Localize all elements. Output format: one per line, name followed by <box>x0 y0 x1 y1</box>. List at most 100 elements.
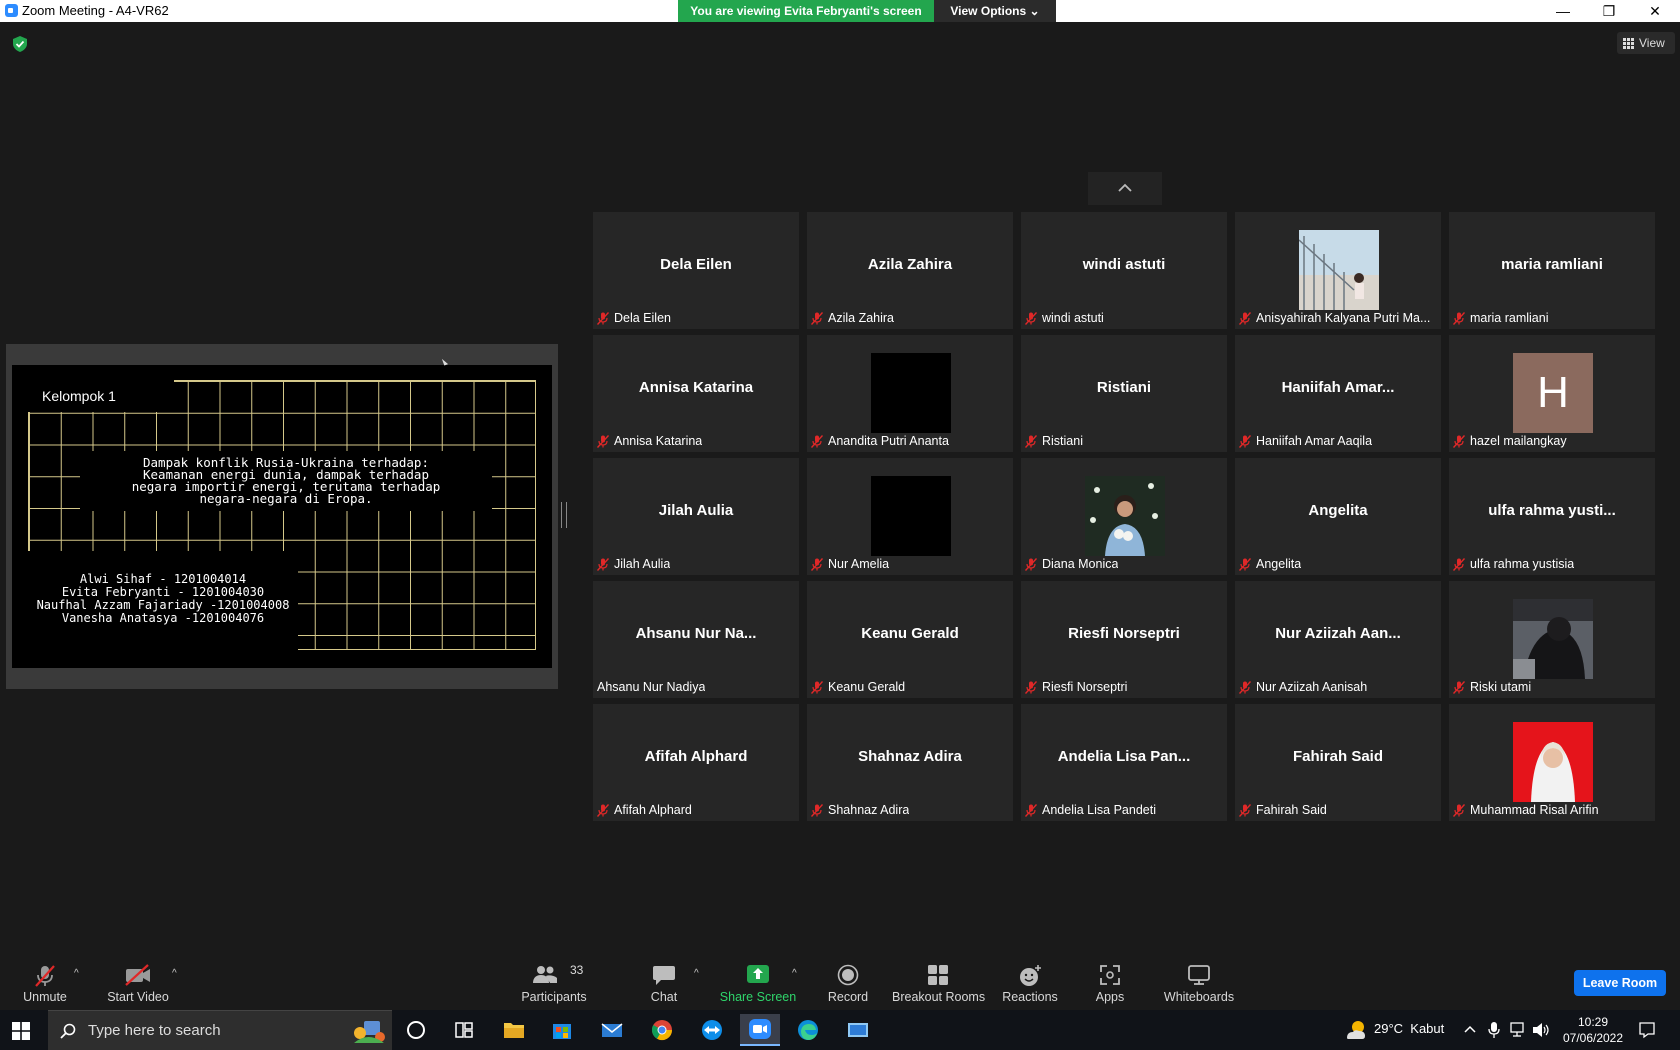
taskbar-search[interactable]: Type here to search <box>48 1010 392 1050</box>
participant-display-name: Azila Zahira <box>867 256 953 273</box>
share-screen-button[interactable]: Share Screen <box>718 950 798 1010</box>
chevron-up-icon <box>1118 183 1132 192</box>
chat-options-caret[interactable]: ^ <box>694 968 699 979</box>
audio-options-caret[interactable]: ^ <box>74 968 79 979</box>
participant-tile[interactable]: Angelita Angelita <box>1235 458 1441 575</box>
participant-tile[interactable]: maria ramliani maria ramliani <box>1449 212 1655 329</box>
unmute-button[interactable]: Unmute <box>10 950 80 1010</box>
participant-name-label: Diana Monica <box>1025 557 1118 571</box>
meeting-toolbar: Unmute ^ Start Video ^ 33 Participants C… <box>0 950 1680 1010</box>
notifications-icon[interactable] <box>1638 1021 1656 1039</box>
participant-tile[interactable]: Shahnaz Adira Shahnaz Adira <box>807 704 1013 821</box>
whiteboards-button[interactable]: Whiteboards <box>1160 950 1238 1010</box>
unmute-label: Unmute <box>23 990 67 1004</box>
participant-tile[interactable]: Riski utami <box>1449 581 1655 698</box>
close-button[interactable]: ✕ <box>1632 0 1678 22</box>
reactions-label: Reactions <box>1002 990 1058 1004</box>
participant-tile[interactable]: Anandita Putri Ananta <box>807 335 1013 452</box>
participant-tile[interactable]: windi astuti windi astuti <box>1021 212 1227 329</box>
apps-button[interactable]: Apps <box>1086 950 1134 1010</box>
mic-off-icon <box>811 803 823 817</box>
microphone-icon[interactable] <box>1488 1021 1500 1039</box>
participant-name-label: Nur Aziizah Aanisah <box>1239 680 1367 694</box>
participant-tile[interactable]: Anisyahirah Kalyana Putri Ma... <box>1235 212 1441 329</box>
video-black-frame <box>871 476 951 556</box>
participant-tile[interactable]: Keanu Gerald Keanu Gerald <box>807 581 1013 698</box>
view-layout-button[interactable]: View <box>1617 32 1675 54</box>
participant-tile[interactable]: Andelia Lisa Pan... Andelia Lisa Pandeti <box>1021 704 1227 821</box>
apps-label: Apps <box>1095 990 1125 1004</box>
zoom-taskbar-button[interactable] <box>740 1014 780 1046</box>
record-button[interactable]: Record <box>820 950 876 1010</box>
collapse-gallery-button[interactable] <box>1088 172 1162 205</box>
participant-tile[interactable]: Jilah Aulia Jilah Aulia <box>593 458 799 575</box>
weather-widget[interactable]: 29°C Kabut <box>1344 1010 1464 1050</box>
slide-members: Alwi Sihaf - 1201004014 Evita Febryanti … <box>28 551 298 650</box>
participant-tile[interactable]: Azila Zahira Azila Zahira <box>807 212 1013 329</box>
participant-tile[interactable]: Muhammad Risal Arifin <box>1449 704 1655 821</box>
reactions-button[interactable]: Reactions <box>998 950 1062 1010</box>
edge-icon[interactable] <box>788 1014 828 1046</box>
participants-button[interactable]: 33 Participants <box>516 950 592 1010</box>
participant-tile[interactable]: Diana Monica <box>1021 458 1227 575</box>
microsoft-store-icon[interactable] <box>542 1014 582 1046</box>
panel-splitter-handle[interactable] <box>561 502 567 528</box>
participant-name-label: Ahsanu Nur Nadiya <box>597 680 705 694</box>
file-explorer-icon[interactable] <box>494 1014 534 1046</box>
participant-tile[interactable]: Nur Amelia <box>807 458 1013 575</box>
leave-room-button[interactable]: Leave Room <box>1574 970 1666 996</box>
share-screen-icon <box>747 965 769 983</box>
chrome-icon[interactable] <box>642 1014 682 1046</box>
shield-check-icon[interactable] <box>13 36 27 52</box>
participant-tile[interactable]: Ristiani Ristiani <box>1021 335 1227 452</box>
chat-button[interactable]: Chat <box>640 950 688 1010</box>
minimize-button[interactable]: — <box>1540 0 1586 22</box>
share-options-caret[interactable]: ^ <box>792 968 797 979</box>
participant-tile[interactable]: Riesfi Norseptri Riesfi Norseptri <box>1021 581 1227 698</box>
volume-icon[interactable] <box>1532 1022 1550 1038</box>
cortana-icon[interactable] <box>396 1014 436 1046</box>
network-icon[interactable] <box>1510 1022 1528 1038</box>
mic-off-icon <box>811 434 823 448</box>
start-video-button[interactable]: Start Video <box>100 950 176 1010</box>
teamviewer-icon[interactable] <box>692 1014 732 1046</box>
participant-tile[interactable]: Dela Eilen Dela Eilen <box>593 212 799 329</box>
participant-tile[interactable]: Nur Aziizah Aan... Nur Aziizah Aanisah <box>1235 581 1441 698</box>
taskbar-clock[interactable]: 10:29 07/06/2022 <box>1558 1014 1628 1046</box>
participant-display-name: Keanu Gerald <box>861 625 959 642</box>
participant-name: maria ramliani <box>1470 311 1549 325</box>
participant-display-name: maria ramliani <box>1501 256 1603 273</box>
participant-tile[interactable]: ulfa rahma yusti... ulfa rahma yustisia <box>1449 458 1655 575</box>
participant-name: Azila Zahira <box>828 311 894 325</box>
remote-desktop-icon[interactable] <box>838 1014 878 1046</box>
task-view-icon[interactable] <box>444 1014 484 1046</box>
presentation-slide: Kelompok 1 Dampak konflik Rusia-Ukraina … <box>12 365 552 668</box>
video-options-caret[interactable]: ^ <box>172 968 177 979</box>
mic-off-icon <box>811 311 823 325</box>
video-off-icon <box>125 964 150 986</box>
mail-icon[interactable] <box>592 1014 632 1046</box>
window-title: Zoom Meeting - A4-VR62 <box>22 3 169 18</box>
participant-tile[interactable]: Haniifah Amar... Haniifah Amar Aaqila <box>1235 335 1441 452</box>
participant-name: Annisa Katarina <box>614 434 703 448</box>
participant-tile[interactable]: Hhazel mailangkay <box>1449 335 1655 452</box>
breakout-rooms-button[interactable]: Breakout Rooms <box>892 950 985 1010</box>
apps-icon <box>1100 965 1120 985</box>
participant-tile[interactable]: Fahirah Said Fahirah Said <box>1235 704 1441 821</box>
participant-tile[interactable]: Annisa Katarina Annisa Katarina <box>593 335 799 452</box>
participant-display-name: Afifah Alphard <box>644 748 748 765</box>
view-options-button[interactable]: View Options ⌄ <box>934 0 1056 22</box>
shared-screen-panel[interactable]: Kelompok 1 Dampak konflik Rusia-Ukraina … <box>6 344 558 689</box>
participant-tile[interactable]: Ahsanu Nur Na... Ahsanu Nur Nadiya <box>593 581 799 698</box>
participant-name-label: Fahirah Said <box>1239 803 1327 817</box>
participant-name-label: Jilah Aulia <box>597 557 670 571</box>
participant-name: Keanu Gerald <box>828 680 906 694</box>
show-hidden-icons-chevron-icon[interactable] <box>1464 1024 1476 1034</box>
avatar: H <box>1513 353 1593 433</box>
maximize-button[interactable]: ❐ <box>1586 0 1632 22</box>
participant-tile[interactable]: Afifah Alphard Afifah Alphard <box>593 704 799 821</box>
windows-start-icon[interactable] <box>12 1022 30 1040</box>
participant-display-name: Ahsanu Nur Na... <box>635 625 757 642</box>
search-icon <box>60 1023 76 1039</box>
view-label: View <box>1639 36 1665 50</box>
